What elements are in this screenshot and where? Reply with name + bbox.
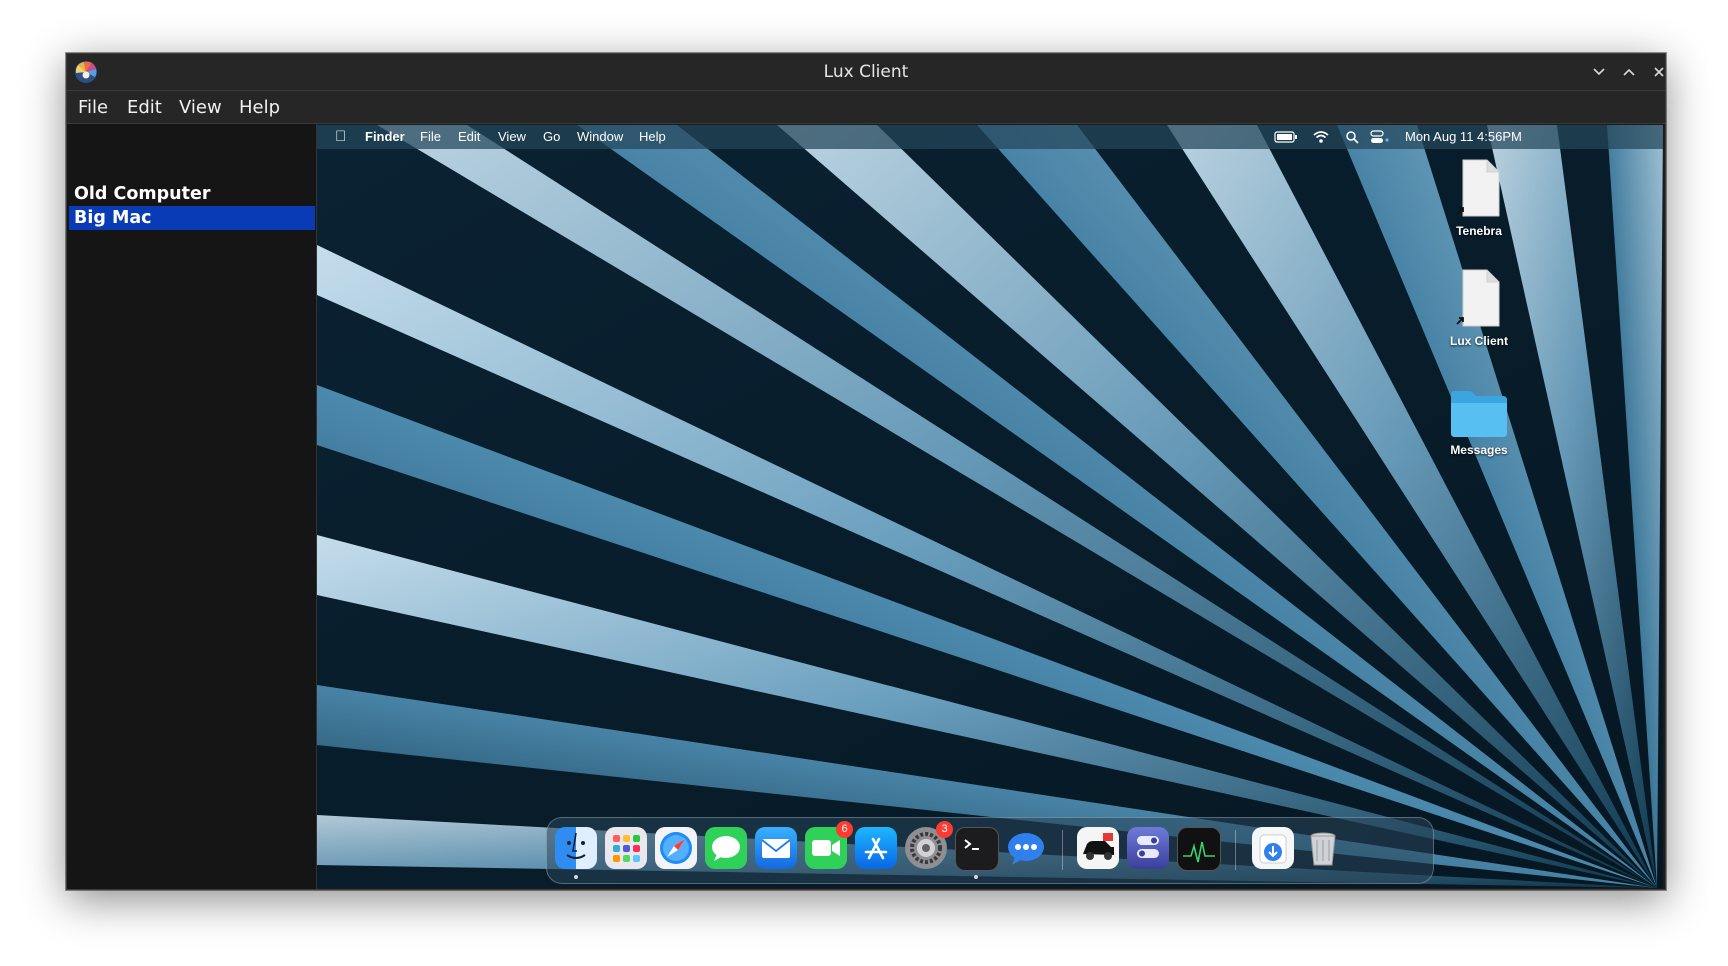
desktop-icon-lux-client[interactable]: Lux Client xyxy=(1439,268,1519,348)
mac-menu-view[interactable]: View xyxy=(498,125,526,149)
facetime-icon[interactable]: 6 xyxy=(805,821,853,869)
car-icon xyxy=(1083,833,1114,860)
activity-graph-icon xyxy=(1183,841,1215,863)
activity-monitor-icon[interactable] xyxy=(1177,827,1221,871)
running-indicator xyxy=(974,875,978,879)
desktop-icon-label: Tenebra xyxy=(1456,224,1502,238)
document-alias-icon xyxy=(1456,159,1500,217)
dock-separator xyxy=(1235,830,1236,870)
notification-badge: 6 xyxy=(836,821,853,838)
server-app-icon[interactable] xyxy=(1127,827,1169,869)
menu-help[interactable]: Help xyxy=(239,91,280,123)
downloads-stack-icon xyxy=(1259,834,1287,864)
finder-face-icon xyxy=(566,832,586,859)
server-toggle-icon xyxy=(1137,836,1159,858)
terminal-icon[interactable] xyxy=(955,827,999,871)
notification-badge: 3 xyxy=(936,821,953,838)
mail-icon[interactable] xyxy=(755,827,797,869)
menu-file[interactable]: File xyxy=(78,91,108,123)
chat-bubble-icon xyxy=(1008,833,1044,865)
close-icon xyxy=(1654,67,1664,77)
mac-menu-window[interactable]: Window xyxy=(577,125,623,149)
menu-edit[interactable]: Edit xyxy=(127,91,162,123)
chevron-down-icon xyxy=(1593,68,1605,76)
control-center-icon[interactable] xyxy=(1370,130,1390,144)
speech-bubble-icon xyxy=(712,836,740,861)
menu-view[interactable]: View xyxy=(179,91,222,123)
chevron-up-icon xyxy=(1623,68,1635,76)
sidebar-item-big-mac[interactable]: Big Mac xyxy=(69,206,315,230)
app-menubar: File Edit View Help xyxy=(67,91,1665,124)
desktop-icon-label: Messages xyxy=(1450,443,1508,457)
mac-menubar:  Finder File Edit View Go Window Help xyxy=(317,125,1663,149)
wifi-icon[interactable] xyxy=(1313,130,1329,144)
close-button[interactable] xyxy=(1647,60,1665,84)
system-settings-icon[interactable]: 3 xyxy=(905,821,953,869)
desktop-icon-label: Lux Client xyxy=(1449,334,1508,348)
maximize-button[interactable] xyxy=(1617,60,1641,84)
mac-menu-app-name[interactable]: Finder xyxy=(365,125,405,149)
desktop-icon-messages-folder[interactable]: Messages xyxy=(1439,387,1519,457)
app-store-icon[interactable] xyxy=(855,827,897,869)
app-store-a-icon xyxy=(864,837,888,860)
trash-can-icon xyxy=(1310,832,1336,866)
safari-icon[interactable] xyxy=(655,827,697,869)
minimize-button[interactable] xyxy=(1587,60,1611,84)
spotlight-search-icon[interactable] xyxy=(1345,130,1359,144)
mac-menu-edit[interactable]: Edit xyxy=(458,125,480,149)
battery-icon[interactable] xyxy=(1274,130,1298,144)
sidebar-item-old-computer[interactable]: Old Computer xyxy=(69,182,315,206)
dock-separator xyxy=(1062,830,1063,870)
launchpad-grid-icon xyxy=(613,835,640,862)
window-title: Lux Client xyxy=(823,62,909,82)
terminal-prompt-icon xyxy=(964,839,979,850)
mac-menubar-clock[interactable]: Mon Aug 11 4:56PM xyxy=(1405,125,1522,149)
mac-dock: 6 3 xyxy=(546,817,1434,884)
mac-menu-go[interactable]: Go xyxy=(543,125,560,149)
mac-menu-file[interactable]: File xyxy=(420,125,441,149)
finder-icon[interactable] xyxy=(555,827,597,869)
messages-icon[interactable] xyxy=(705,827,747,869)
mac-menu-help[interactable]: Help xyxy=(639,125,666,149)
remote-screen-view[interactable]:  Finder File Edit View Go Window Help xyxy=(317,125,1663,888)
compass-icon xyxy=(660,832,692,864)
folder-icon xyxy=(1451,391,1507,437)
desktop-icon-tenebra[interactable]: Tenebra xyxy=(1439,158,1519,238)
running-indicator xyxy=(574,875,578,879)
document-alias-icon xyxy=(1456,269,1500,327)
chat-bubble-app-icon[interactable] xyxy=(1005,827,1047,869)
car-app-icon[interactable] xyxy=(1077,827,1119,869)
computer-list-sidebar: Old Computer Big Mac xyxy=(67,124,317,889)
trash-icon[interactable] xyxy=(1302,827,1344,869)
lux-client-window: Lux Client File Edit View Help Old Compu… xyxy=(66,53,1666,890)
desktop-wallpaper xyxy=(317,125,1663,888)
apple-menu-icon[interactable]:  xyxy=(335,125,346,149)
launchpad-icon[interactable] xyxy=(605,827,647,869)
downloads-folder-icon[interactable] xyxy=(1252,827,1294,869)
envelope-icon xyxy=(761,839,791,858)
title-bar[interactable]: Lux Client xyxy=(67,54,1665,91)
